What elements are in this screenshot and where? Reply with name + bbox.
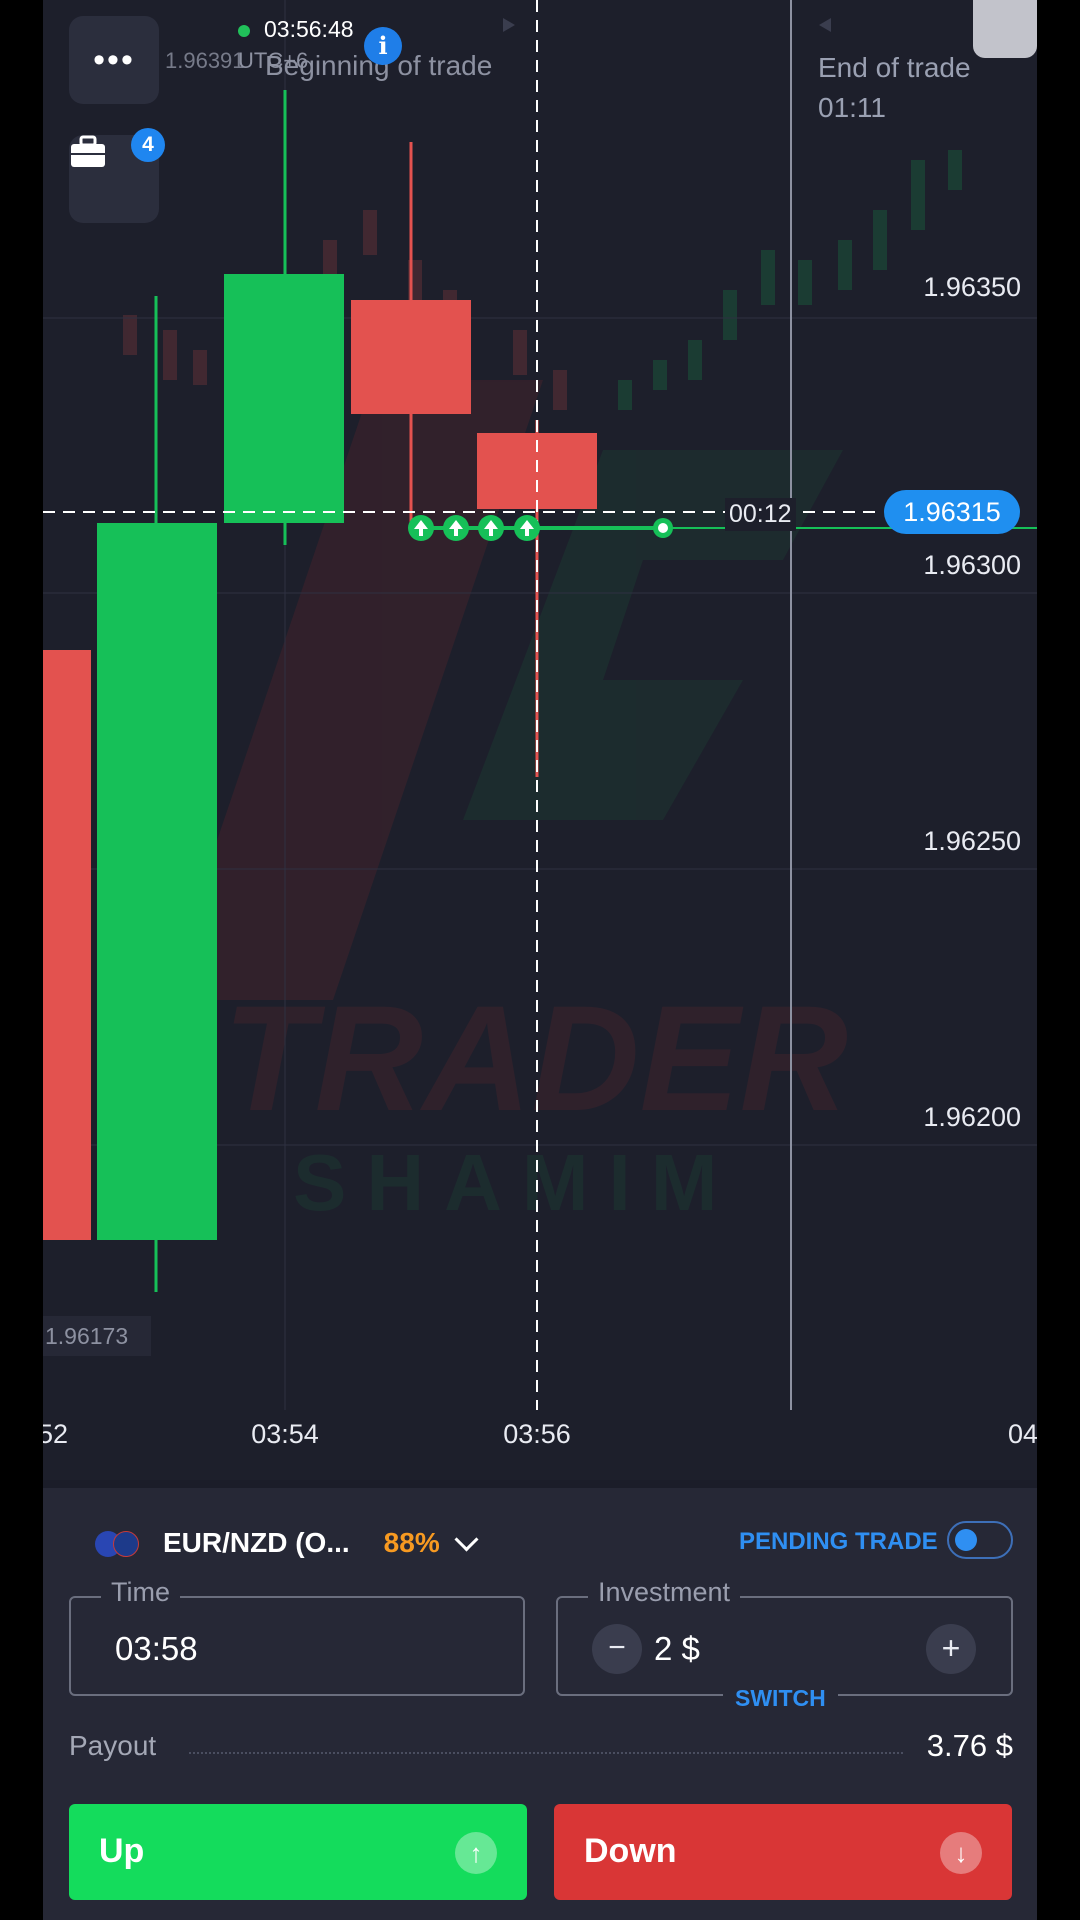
price-axis-label: 1.96250 — [923, 826, 1021, 856]
payout-value: 3.76 $ — [926, 1728, 1013, 1763]
time-axis-label: 03:54 — [251, 1419, 319, 1449]
ghost-price: 1.96391 — [165, 48, 245, 73]
arrow-up-icon: ↑ — [455, 1832, 497, 1874]
price-axis-label: 1.96300 — [923, 550, 1021, 580]
time-value[interactable]: 03:58 — [115, 1630, 198, 1668]
toggle-knob — [955, 1529, 977, 1551]
price-axis-label: 1.96350 — [923, 272, 1021, 302]
candle-2 — [97, 296, 217, 1292]
pending-trade-label[interactable]: PENDING TRADE — [739, 1528, 938, 1556]
countdown-timer: 00:12 — [725, 498, 796, 531]
increase-investment-button[interactable]: + — [926, 1624, 976, 1674]
end-of-trade-label: End of trade 01:11 — [818, 48, 971, 128]
trading-app: TRADER SHAMIM ••• 4 1.96391 03:56:48 Beg… — [43, 0, 1037, 1920]
price-chart[interactable]: TRADER SHAMIM ••• 4 1.96391 03:56:48 Beg… — [43, 0, 1037, 1480]
currency-flag-icon — [95, 1528, 139, 1558]
low-price-marker: 1.96173 — [43, 1316, 151, 1356]
asset-selector[interactable]: EUR/NZD (O... 88% — [95, 1523, 479, 1563]
time-axis-label: 04 — [1007, 1419, 1037, 1449]
briefcase-icon — [71, 135, 105, 167]
payout-label: Payout — [69, 1730, 157, 1761]
price-axis-label: 1.96200 — [923, 1102, 1021, 1132]
timeline-play-icon — [503, 18, 515, 32]
asset-payout-percent: 88% — [383, 1527, 440, 1558]
end-of-trade-text: End of trade — [818, 52, 971, 83]
investment-value[interactable]: 2 $ — [654, 1630, 700, 1668]
chevron-down-icon — [454, 1526, 479, 1552]
arrow-down-icon: ↓ — [940, 1832, 982, 1874]
switch-currency-button[interactable]: SWITCH — [723, 1685, 838, 1712]
pending-trade-toggle[interactable] — [947, 1521, 1013, 1559]
decrease-investment-button[interactable]: − — [592, 1624, 642, 1674]
timezone-label: UTC+6 — [238, 48, 309, 73]
server-clock: 03:56:48 — [238, 16, 354, 43]
investment-field-label: Investment — [588, 1577, 741, 1608]
live-status-dot — [238, 24, 250, 37]
time-field[interactable]: Time 03:58 — [69, 1577, 525, 1696]
camera-icon[interactable] — [973, 0, 1037, 58]
down-button[interactable]: Down ↓ — [554, 1804, 1012, 1900]
svg-text:SHAMIM: SHAMIM — [293, 1138, 737, 1227]
menu-button[interactable]: ••• — [69, 16, 159, 104]
end-of-trade-time: 01:11 — [818, 92, 886, 123]
chart-canvas: TRADER SHAMIM — [43, 0, 1037, 1410]
portfolio-count-badge: 4 — [131, 128, 165, 162]
info-icon[interactable]: i — [364, 27, 402, 65]
candle-1 — [43, 650, 91, 1240]
svg-text:TRADER: TRADER — [223, 974, 848, 1142]
payout-leader — [189, 1752, 903, 1754]
candle-3 — [224, 90, 344, 545]
more-dots-icon: ••• — [93, 41, 135, 79]
down-button-label: Down — [584, 1832, 677, 1870]
time-axis-label: 03:56 — [503, 1419, 571, 1449]
time-field-label: Time — [101, 1577, 180, 1608]
up-button-label: Up — [99, 1832, 145, 1870]
payout-row: Payout 3.76 $ — [69, 1728, 1013, 1768]
investment-field[interactable]: Investment − 2 $ + SWITCH — [556, 1577, 1013, 1712]
timeline-back-icon — [819, 18, 831, 32]
time-axis-label: 52 — [43, 1419, 69, 1449]
up-button[interactable]: Up ↑ — [69, 1804, 527, 1900]
asset-name: EUR/NZD (O... — [163, 1527, 350, 1558]
clock-text: 03:56:48 — [264, 16, 354, 42]
current-price-badge: 1.96315 — [884, 490, 1020, 534]
